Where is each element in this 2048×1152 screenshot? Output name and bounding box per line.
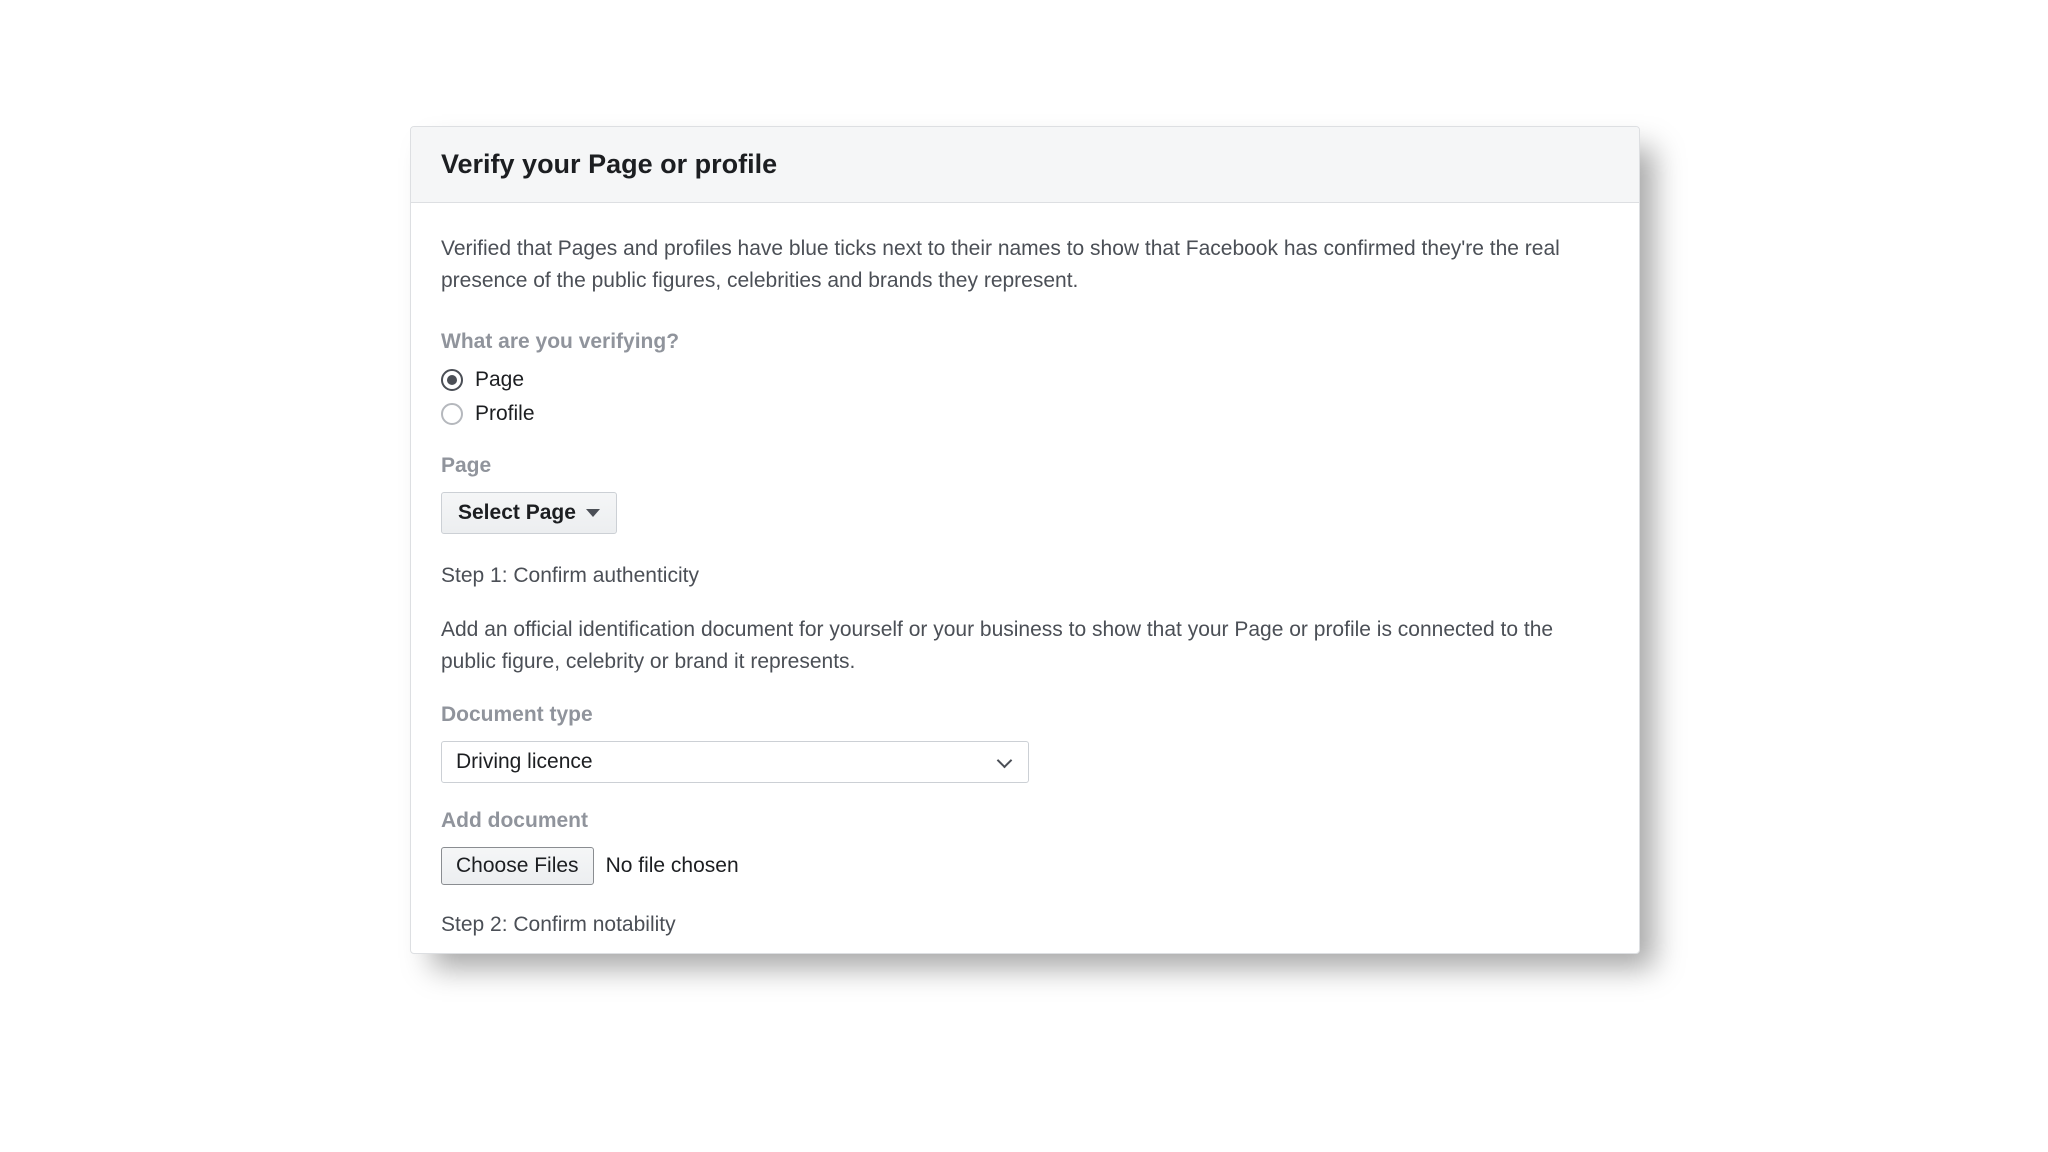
- page-label: Page: [441, 454, 1609, 478]
- radio-circle-selected-icon: [441, 369, 463, 391]
- step1-description: Add an official identification document …: [441, 614, 1609, 677]
- choose-files-button[interactable]: Choose Files: [441, 847, 594, 885]
- radio-page[interactable]: Page: [441, 368, 1609, 392]
- radio-circle-icon: [441, 403, 463, 425]
- document-type-selected: Driving licence: [456, 750, 593, 774]
- page-title: Verify your Page or profile: [441, 149, 1609, 180]
- intro-text: Verified that Pages and profiles have bl…: [441, 233, 1609, 296]
- chevron-down-icon: [996, 753, 1014, 771]
- radio-profile-label: Profile: [475, 402, 535, 426]
- file-input-row: Choose Files No file chosen: [441, 847, 1609, 885]
- select-page-button-label: Select Page: [458, 501, 576, 525]
- verify-card: Verify your Page or profile Verified tha…: [410, 126, 1640, 954]
- document-type-label: Document type: [441, 703, 1609, 727]
- verifying-label: What are you verifying?: [441, 330, 1609, 354]
- caret-down-icon: [586, 509, 600, 517]
- select-page-button[interactable]: Select Page: [441, 492, 617, 534]
- add-document-label: Add document: [441, 809, 1609, 833]
- card-body: Verified that Pages and profiles have bl…: [411, 203, 1639, 953]
- radio-profile[interactable]: Profile: [441, 402, 1609, 426]
- radio-dot-icon: [447, 375, 457, 385]
- file-status-text: No file chosen: [606, 854, 739, 878]
- radio-page-label: Page: [475, 368, 524, 392]
- card-header: Verify your Page or profile: [411, 127, 1639, 203]
- verifying-radio-group: Page Profile: [441, 368, 1609, 426]
- step1-title: Step 1: Confirm authenticity: [441, 564, 1609, 588]
- document-type-select[interactable]: Driving licence: [441, 741, 1029, 783]
- step2-title: Step 2: Confirm notability: [441, 913, 1609, 937]
